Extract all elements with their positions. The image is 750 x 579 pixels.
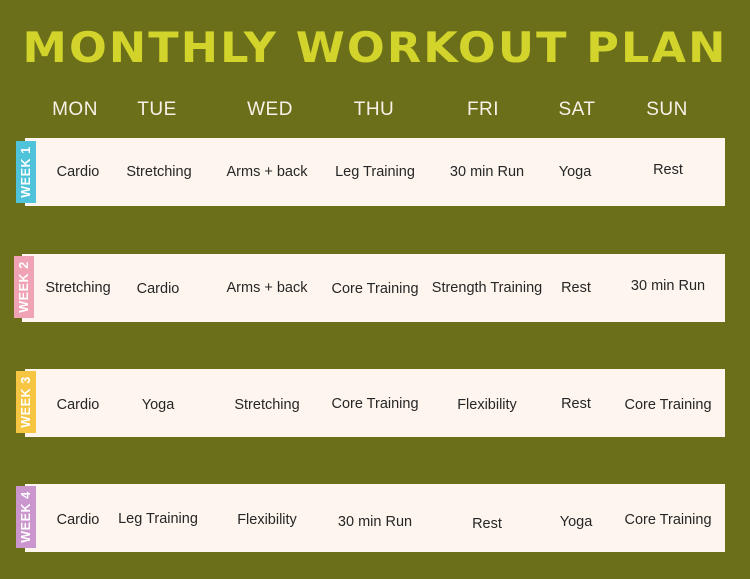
- workout-cell[interactable]: Cardio: [57, 397, 100, 413]
- workout-cell[interactable]: Flexibility: [237, 512, 297, 528]
- workout-cell[interactable]: Flexibility: [457, 397, 517, 413]
- week-tab-2[interactable]: WEEK 2: [14, 256, 34, 318]
- week-tab-1[interactable]: WEEK 1: [16, 141, 36, 203]
- workout-cell[interactable]: Stretching: [234, 397, 299, 413]
- workout-cell[interactable]: Rest: [561, 396, 591, 412]
- workout-cell[interactable]: Arms + back: [227, 164, 308, 180]
- workout-cell[interactable]: Stretching: [126, 164, 191, 180]
- day-header-sun: SUN: [646, 99, 688, 120]
- workout-cell[interactable]: Leg Training: [335, 164, 415, 180]
- workout-cell[interactable]: Rest: [653, 162, 683, 178]
- workout-cell[interactable]: Core Training: [624, 512, 711, 528]
- workout-cell[interactable]: Yoga: [142, 397, 175, 413]
- day-header-mon: MON: [52, 99, 98, 120]
- day-header-sat: SAT: [558, 99, 596, 120]
- week-tab-3[interactable]: WEEK 3: [16, 371, 36, 433]
- workout-cell[interactable]: Cardio: [137, 281, 180, 297]
- workout-cell[interactable]: Core Training: [331, 396, 418, 412]
- week-tab-label: WEEK 3: [19, 376, 33, 428]
- day-header-fri: FRI: [466, 99, 500, 120]
- workout-plan-poster: MONTHLY WORKOUT PLAN MON TUE WED THU FRI SAT S…: [0, 0, 750, 579]
- workout-cell[interactable]: Stretching: [45, 280, 110, 296]
- week-tab-label: WEEK 1: [19, 146, 33, 198]
- workout-cell[interactable]: Arms + back: [227, 280, 308, 296]
- day-header-row: MON TUE WED THU FRI SAT SUN: [0, 99, 750, 127]
- week-row-2: Stretching Cardio Arms + back Core Training…: [22, 254, 725, 322]
- week-row-1: Cardio Stretching Arms + back Leg Training 3…: [25, 138, 725, 206]
- week-row-3: Cardio Yoga Stretching Core Training Flexibi…: [25, 369, 725, 437]
- workout-cell[interactable]: Cardio: [57, 164, 100, 180]
- day-header-thu: THU: [353, 99, 395, 120]
- workout-cell[interactable]: Yoga: [560, 514, 593, 530]
- workout-cell[interactable]: Rest: [472, 516, 502, 532]
- page-title: MONTHLY WORKOUT PLAN: [22, 23, 728, 72]
- workout-cell[interactable]: 30 min Run: [631, 278, 705, 294]
- workout-cell[interactable]: Core Training: [624, 397, 711, 413]
- week-tab-4[interactable]: WEEK 4: [16, 486, 36, 548]
- workout-cell[interactable]: 30 min Run: [338, 514, 412, 530]
- workout-cell[interactable]: Cardio: [57, 512, 100, 528]
- workout-cell[interactable]: Rest: [561, 280, 591, 296]
- day-header-tue: TUE: [137, 99, 177, 120]
- workout-cell[interactable]: 30 min Run: [450, 164, 524, 180]
- day-header-wed: WED: [247, 99, 293, 120]
- workout-cell[interactable]: Yoga: [559, 164, 592, 180]
- week-row-4: Cardio Leg Training Flexibility 30 min Run R…: [25, 484, 725, 552]
- workout-cell[interactable]: Core Training: [331, 281, 418, 297]
- week-tab-label: WEEK 2: [17, 261, 31, 313]
- workout-cell[interactable]: Strength Training: [432, 280, 542, 296]
- workout-cell[interactable]: Leg Training: [118, 511, 198, 527]
- week-tab-label: WEEK 4: [19, 491, 33, 543]
